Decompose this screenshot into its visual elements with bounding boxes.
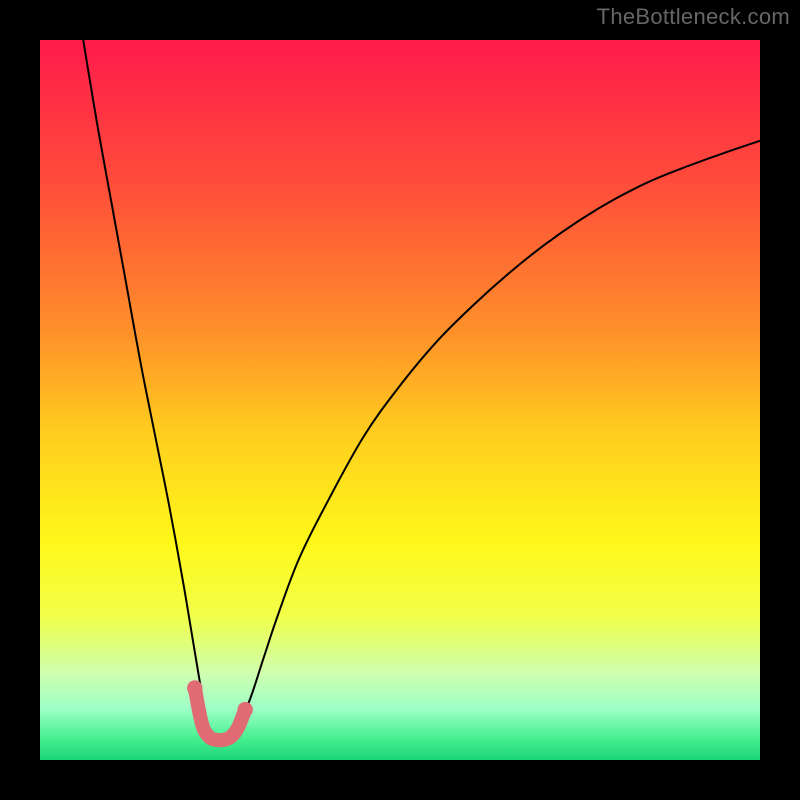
- series-valley-highlight-cap: [187, 680, 202, 695]
- series-valley-highlight-cap: [238, 702, 253, 717]
- chart-svg: [40, 40, 760, 760]
- plot-area: [40, 40, 760, 760]
- attribution-watermark: TheBottleneck.com: [597, 4, 790, 30]
- chart-container: TheBottleneck.com: [0, 0, 800, 800]
